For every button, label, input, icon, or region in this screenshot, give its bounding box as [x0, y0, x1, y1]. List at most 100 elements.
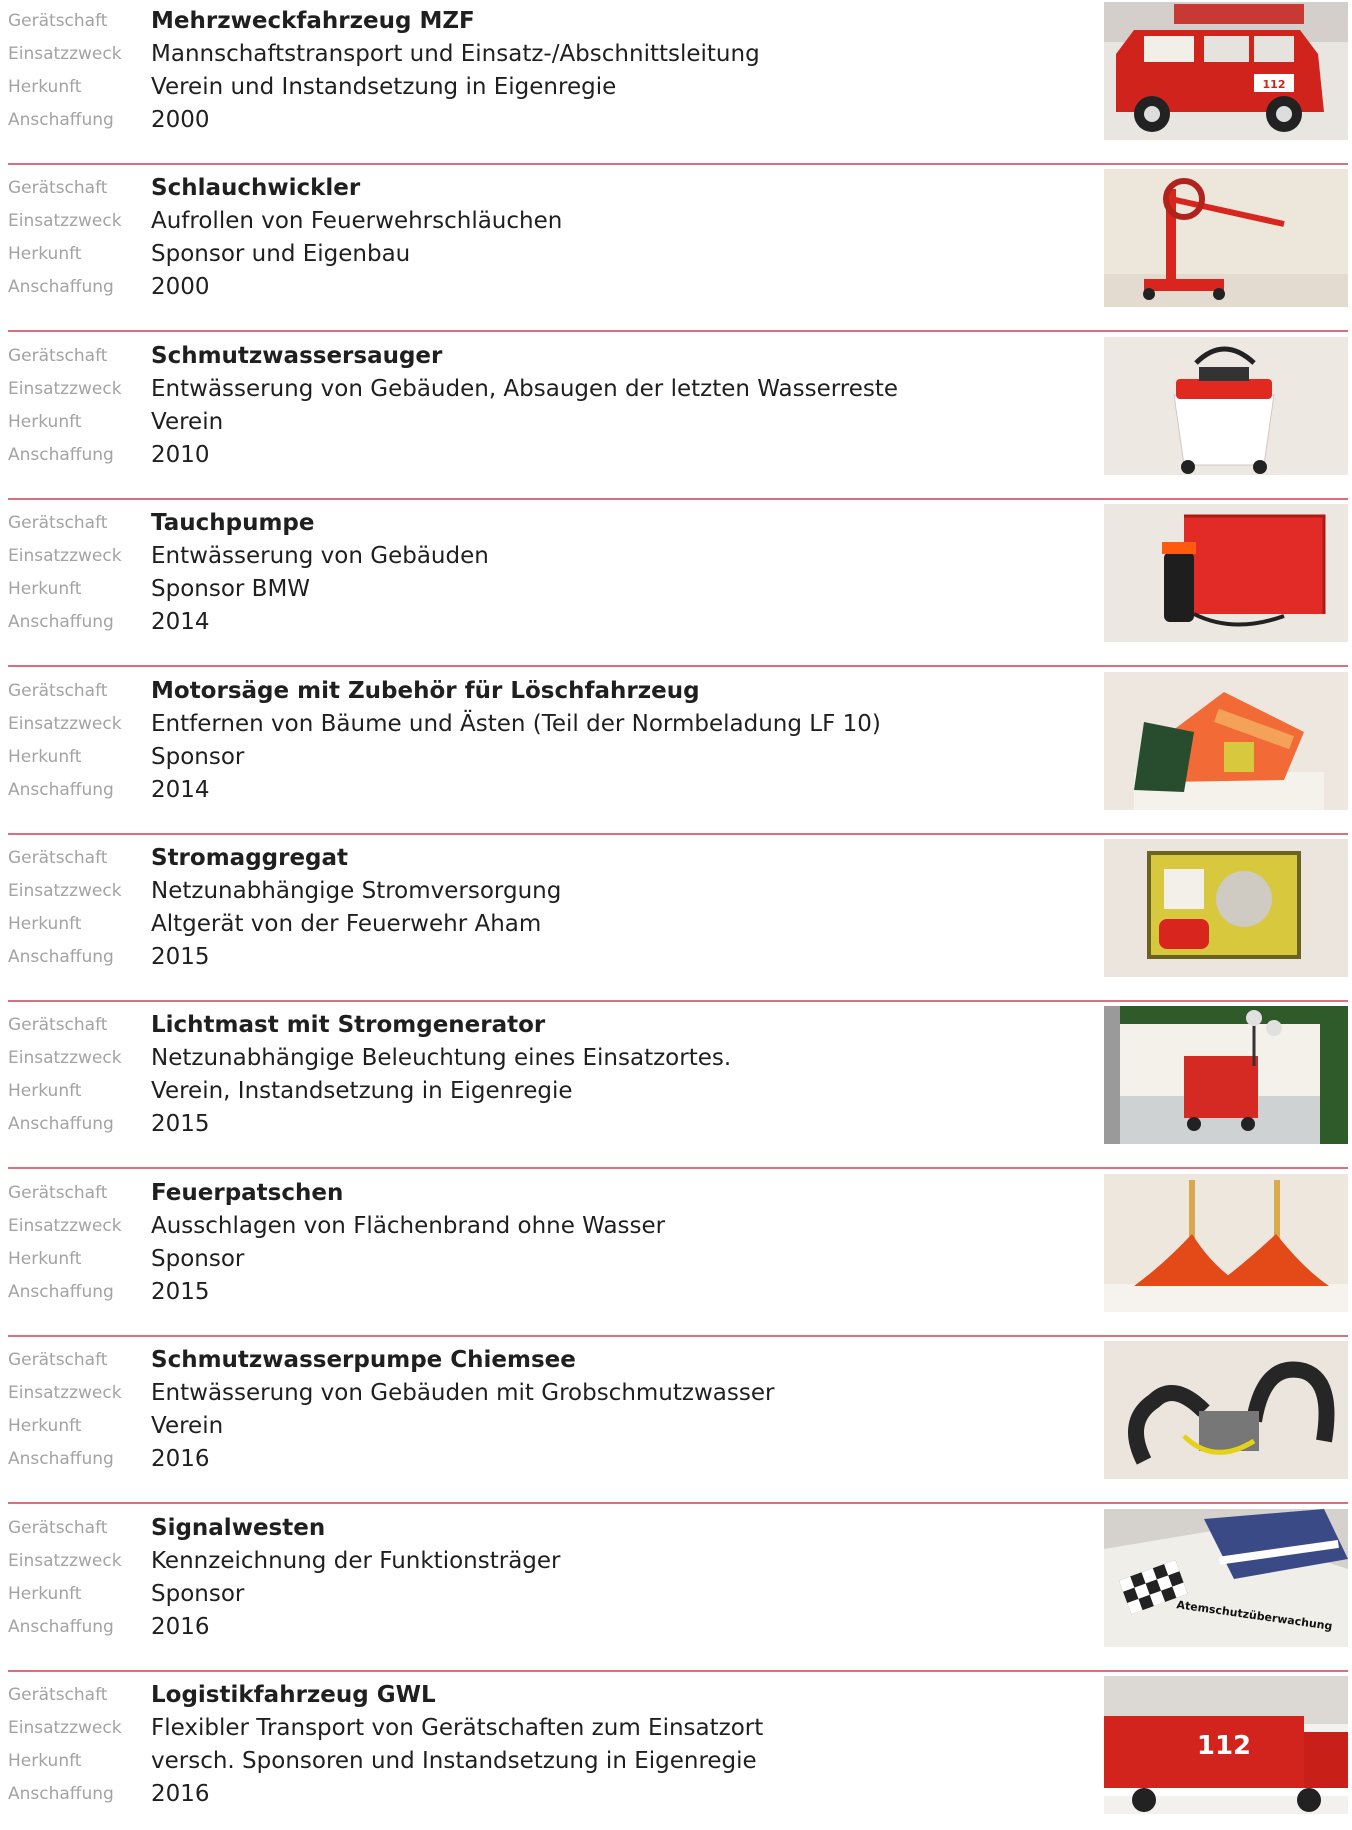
- label-name: Gerätschaft: [8, 346, 108, 366]
- equipment-origin: Sponsor: [151, 744, 245, 770]
- label-origin: Herkunft: [8, 244, 82, 264]
- equipment-origin: Sponsor BMW: [151, 576, 311, 602]
- label-purpose: Einsatzzweck: [8, 1718, 122, 1738]
- equipment-purpose: Kennzeichnung der Funktionsträger: [151, 1548, 561, 1574]
- equipment-purpose: Entwässerung von Gebäuden mit Grobschmut…: [151, 1380, 775, 1406]
- label-name: Gerätschaft: [8, 1350, 108, 1370]
- label-name: Gerätschaft: [8, 178, 108, 198]
- label-year: Anschaffung: [8, 947, 114, 967]
- label-origin: Herkunft: [8, 412, 82, 432]
- label-year: Anschaffung: [8, 1449, 114, 1469]
- equipment-year: 2000: [151, 107, 210, 133]
- equipment-year: 2014: [151, 609, 210, 635]
- label-name: Gerätschaft: [8, 11, 108, 31]
- equipment-name: Motorsäge mit Zubehör für Löschfahrzeug: [151, 678, 700, 704]
- entry-divider: [8, 1502, 1348, 1504]
- label-name: Gerätschaft: [8, 513, 108, 533]
- entry-divider: [8, 1000, 1348, 1002]
- label-origin: Herkunft: [8, 914, 82, 934]
- label-year: Anschaffung: [8, 1282, 114, 1302]
- equipment-origin: Altgerät von der Feuerwehr Aham: [151, 911, 542, 937]
- equipment-origin: Verein: [151, 1413, 224, 1439]
- equipment-entry: Gerätschaft Stromaggregat Einsatzzweck Netz…: [8, 839, 1348, 1002]
- equipment-name: Feuerpatschen: [151, 1180, 344, 1206]
- entry-divider: [8, 1335, 1348, 1337]
- equipment-year: 2010: [151, 442, 210, 468]
- label-origin: Herkunft: [8, 1081, 82, 1101]
- equipment-name: Tauchpumpe: [151, 510, 315, 536]
- fire-van-photo: 112: [1104, 2, 1348, 140]
- label-year: Anschaffung: [8, 1784, 114, 1804]
- equipment-name: Schmutzwassersauger: [151, 343, 443, 369]
- equipment-purpose: Netzunabhängige Stromversorgung: [151, 878, 562, 904]
- label-name: Gerätschaft: [8, 848, 108, 868]
- equipment-origin: Verein: [151, 409, 224, 435]
- equipment-entry: Gerätschaft Schlauchwickler Einsatzzweck Au…: [8, 169, 1348, 332]
- entry-divider: [8, 163, 1348, 165]
- chainsaw-photo: [1104, 672, 1348, 810]
- equipment-entry: Gerätschaft Lichtmast mit Stromgenerator E…: [8, 1006, 1348, 1169]
- label-year: Anschaffung: [8, 110, 114, 130]
- label-purpose: Einsatzzweck: [8, 379, 122, 399]
- label-origin: Herkunft: [8, 1416, 82, 1436]
- equipment-origin: Sponsor und Eigenbau: [151, 241, 411, 267]
- entry-divider: [8, 833, 1348, 835]
- logistics-truck-photo: 112: [1104, 1676, 1348, 1814]
- label-origin: Herkunft: [8, 747, 82, 767]
- equipment-name: Mehrzweckfahrzeug MZF: [151, 8, 475, 34]
- label-origin: Herkunft: [8, 1751, 82, 1771]
- equipment-purpose: Aufrollen von Feuerwehrschläuchen: [151, 208, 563, 234]
- equipment-purpose: Mannschaftstransport und Einsatz-/Abschn…: [151, 41, 760, 67]
- equipment-origin: Verein und Instandsetzung in Eigenregie: [151, 74, 617, 100]
- equipment-year: 2016: [151, 1614, 210, 1640]
- equipment-purpose: Entwässerung von Gebäuden: [151, 543, 489, 569]
- label-purpose: Einsatzzweck: [8, 546, 122, 566]
- label-year: Anschaffung: [8, 445, 114, 465]
- equipment-year: 2014: [151, 777, 210, 803]
- label-purpose: Einsatzzweck: [8, 211, 122, 231]
- label-year: Anschaffung: [8, 612, 114, 632]
- equipment-origin: versch. Sponsoren und Instandsetzung in …: [151, 1748, 757, 1774]
- equipment-entry: Gerätschaft Feuerpatschen Einsatzzweck Auss…: [8, 1174, 1348, 1337]
- equipment-entry: Gerätschaft Schmutzwasserpumpe Chiemsee Ei…: [8, 1341, 1348, 1504]
- label-name: Gerätschaft: [8, 1685, 108, 1705]
- label-name: Gerätschaft: [8, 1183, 108, 1203]
- entry-divider: [8, 498, 1348, 500]
- equipment-year: 2000: [151, 274, 210, 300]
- label-purpose: Einsatzzweck: [8, 1216, 122, 1236]
- label-name: Gerätschaft: [8, 1015, 108, 1035]
- sewage-pump-photo: [1104, 1341, 1348, 1479]
- equipment-entry: Gerätschaft Logistikfahrzeug GWL Einsatzzw…: [8, 1676, 1348, 1830]
- entry-divider: [8, 1670, 1348, 1672]
- entry-divider: [8, 1167, 1348, 1169]
- label-origin: Herkunft: [8, 77, 82, 97]
- equipment-name: Lichtmast mit Stromgenerator: [151, 1012, 546, 1038]
- label-purpose: Einsatzzweck: [8, 1048, 122, 1068]
- label-purpose: Einsatzzweck: [8, 1383, 122, 1403]
- equipment-entry: Gerätschaft Motorsäge mit Zubehör für Lös…: [8, 672, 1348, 835]
- label-origin: Herkunft: [8, 1584, 82, 1604]
- equipment-name: Logistikfahrzeug GWL: [151, 1682, 436, 1708]
- label-purpose: Einsatzzweck: [8, 881, 122, 901]
- label-year: Anschaffung: [8, 1617, 114, 1637]
- equipment-origin: Sponsor: [151, 1246, 245, 1272]
- signal-vests-photo: Atemschutzüberwachung: [1104, 1509, 1348, 1647]
- entry-divider: [8, 330, 1348, 332]
- svg-text:112: 112: [1197, 1731, 1251, 1761]
- label-year: Anschaffung: [8, 277, 114, 297]
- label-origin: Herkunft: [8, 579, 82, 599]
- generator-photo: [1104, 839, 1348, 977]
- label-purpose: Einsatzzweck: [8, 44, 122, 64]
- equipment-year: 2016: [151, 1446, 210, 1472]
- equipment-entry: Gerätschaft Tauchpumpe Einsatzzweck Entwäss…: [8, 504, 1348, 667]
- svg-text:112: 112: [1263, 78, 1286, 91]
- submersible-pump-photo: [1104, 504, 1348, 642]
- label-year: Anschaffung: [8, 1114, 114, 1134]
- equipment-name: Stromaggregat: [151, 845, 349, 871]
- label-origin: Herkunft: [8, 1249, 82, 1269]
- equipment-origin: Sponsor: [151, 1581, 245, 1607]
- equipment-entry: Gerätschaft Mehrzweckfahrzeug MZF Einsatzz…: [8, 2, 1348, 165]
- equipment-entry: Gerätschaft Schmutzwassersauger Einsatzzwe…: [8, 337, 1348, 500]
- wet-vacuum-photo: [1104, 337, 1348, 475]
- equipment-purpose: Flexibler Transport von Gerätschaften zu…: [151, 1715, 764, 1741]
